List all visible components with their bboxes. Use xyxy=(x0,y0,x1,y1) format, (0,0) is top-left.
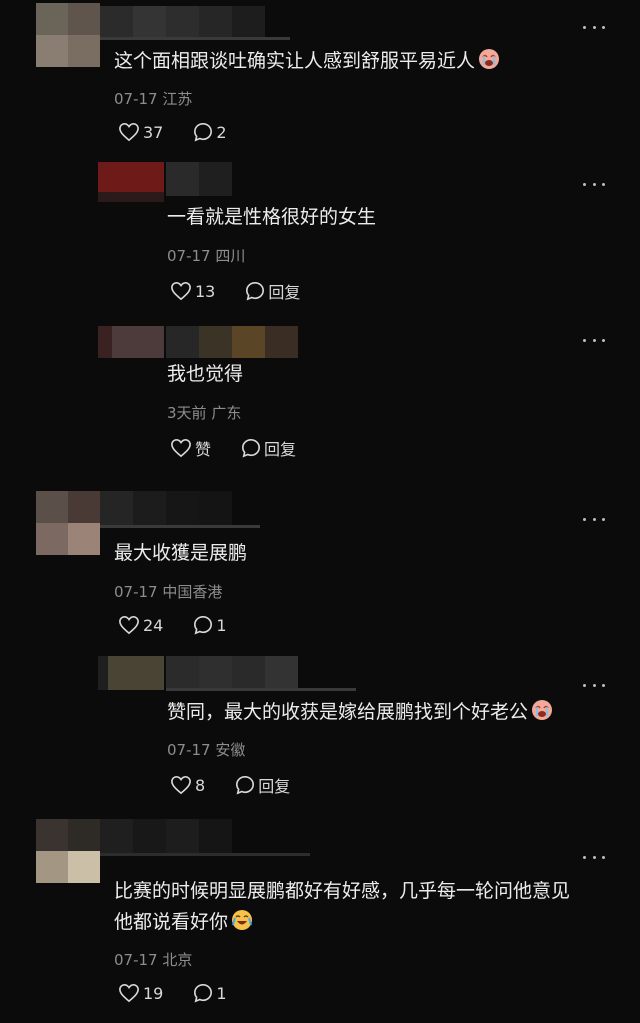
avatar[interactable] xyxy=(98,656,164,690)
avatar[interactable] xyxy=(36,819,100,883)
reply-count: 1 xyxy=(216,983,227,1003)
comment-actions: 赞 回复 xyxy=(170,436,326,460)
like-button[interactable]: 赞 xyxy=(170,436,211,460)
comment-meta: 07-17 中国香港 xyxy=(114,583,223,601)
speech-bubble-icon xyxy=(236,775,255,795)
comment-item: 这个面相跟谈吐确实让人感到舒服平易近人 07-17 江苏 37 2 xyxy=(0,0,640,160)
comment-button[interactable]: 1 xyxy=(193,983,227,1003)
comment-actions: 24 1 xyxy=(118,615,257,635)
comment-text: 这个面相跟谈吐确实让人感到舒服平易近人 xyxy=(114,45,500,77)
more-options-button[interactable] xyxy=(583,854,605,860)
like-count: 13 xyxy=(195,281,216,301)
comment-meta: 07-17 安徽 xyxy=(167,741,246,759)
comment-meta: 07-17 四川 xyxy=(167,247,246,265)
like-label: 赞 xyxy=(195,440,212,459)
like-button[interactable]: 37 xyxy=(118,122,163,142)
crying-laughing-face-icon xyxy=(232,910,253,930)
speech-bubble-icon xyxy=(194,615,213,635)
reply-item: 赞同，最大的收获是嫁给展鹏找到个好老公 07-17 安徽 8 回复 xyxy=(0,650,640,810)
speech-bubble-icon xyxy=(242,438,261,458)
speech-bubble-icon xyxy=(194,122,213,142)
reply-label: 回复 xyxy=(268,283,301,302)
speech-bubble-icon xyxy=(246,281,265,301)
avatar[interactable] xyxy=(98,162,164,202)
like-button[interactable]: 8 xyxy=(170,775,205,795)
comment-item: 比赛的时候明显展鹏都好有好感，几乎每一轮问他意见 他都说看好你 07-17 北京… xyxy=(0,815,640,1023)
reply-count: 1 xyxy=(216,615,227,635)
comment-actions: 19 1 xyxy=(118,983,257,1003)
like-button[interactable]: 19 xyxy=(118,983,163,1003)
avatar[interactable] xyxy=(98,326,164,358)
heart-outline-icon xyxy=(171,438,191,458)
speech-bubble-icon xyxy=(194,983,213,1003)
comment-meta: 07-17 江苏 xyxy=(114,90,193,108)
reply-button[interactable]: 回复 xyxy=(241,436,296,460)
comment-text-line-2: 他都说看好你 xyxy=(114,906,253,938)
username-blurred[interactable] xyxy=(166,326,298,358)
comment-meta: 07-17 北京 xyxy=(114,951,193,969)
more-options-button[interactable] xyxy=(583,516,605,522)
reply-item: 我也觉得 3天前 广东 赞 回复 xyxy=(0,310,640,470)
comment-actions: 8 回复 xyxy=(170,773,320,797)
comment-text-line-1: 比赛的时候明显展鹏都好有好感，几乎每一轮问他意见 xyxy=(114,880,571,902)
heart-outline-icon xyxy=(119,122,139,142)
reply-label: 回复 xyxy=(258,777,291,796)
comment-button[interactable]: 2 xyxy=(193,122,227,142)
more-options-button[interactable] xyxy=(583,682,605,688)
avatar[interactable] xyxy=(36,3,100,67)
reply-button[interactable]: 回复 xyxy=(235,773,290,797)
username-blurred[interactable] xyxy=(100,6,265,40)
more-options-button[interactable] xyxy=(583,24,605,30)
username-blurred[interactable] xyxy=(100,819,232,853)
comment-button[interactable]: 1 xyxy=(193,615,227,635)
avatar[interactable] xyxy=(36,491,100,555)
like-count: 37 xyxy=(143,122,164,142)
comment-text: 我也觉得 xyxy=(167,363,244,385)
reply-count: 2 xyxy=(216,122,227,142)
comment-text: 最大收獲是展鹏 xyxy=(114,542,248,564)
like-count: 24 xyxy=(143,615,164,635)
comment-meta: 3天前 广东 xyxy=(167,404,242,422)
username-blurred[interactable] xyxy=(100,491,232,525)
heart-outline-icon xyxy=(119,615,139,635)
username-blurred[interactable] xyxy=(166,162,232,196)
reply-button[interactable]: 回复 xyxy=(245,279,300,303)
heart-outline-icon xyxy=(171,281,191,301)
reply-item: 一看就是性格很好的女生 07-17 四川 13 回复 xyxy=(0,150,640,310)
heart-outline-icon xyxy=(119,983,139,1003)
like-count: 19 xyxy=(143,983,164,1003)
more-options-button[interactable] xyxy=(583,337,605,343)
like-button[interactable]: 13 xyxy=(170,281,215,301)
more-options-button[interactable] xyxy=(583,181,605,187)
comment-text: 一看就是性格很好的女生 xyxy=(167,206,377,228)
comment-actions: 13 回复 xyxy=(170,279,330,303)
comment-text: 赞同，最大的收获是嫁给展鹏找到个好老公 xyxy=(167,696,553,728)
comment-actions: 37 2 xyxy=(118,122,257,142)
reply-label: 回复 xyxy=(264,440,297,459)
ugly-crying-face-icon xyxy=(532,700,553,720)
like-button[interactable]: 24 xyxy=(118,615,163,635)
username-blurred[interactable] xyxy=(166,656,298,690)
comment-item: 最大收獲是展鹏 07-17 中国香港 24 1 xyxy=(0,485,640,650)
heart-outline-icon xyxy=(171,775,191,795)
like-count: 8 xyxy=(195,775,206,795)
ugly-crying-face-icon xyxy=(479,49,500,69)
